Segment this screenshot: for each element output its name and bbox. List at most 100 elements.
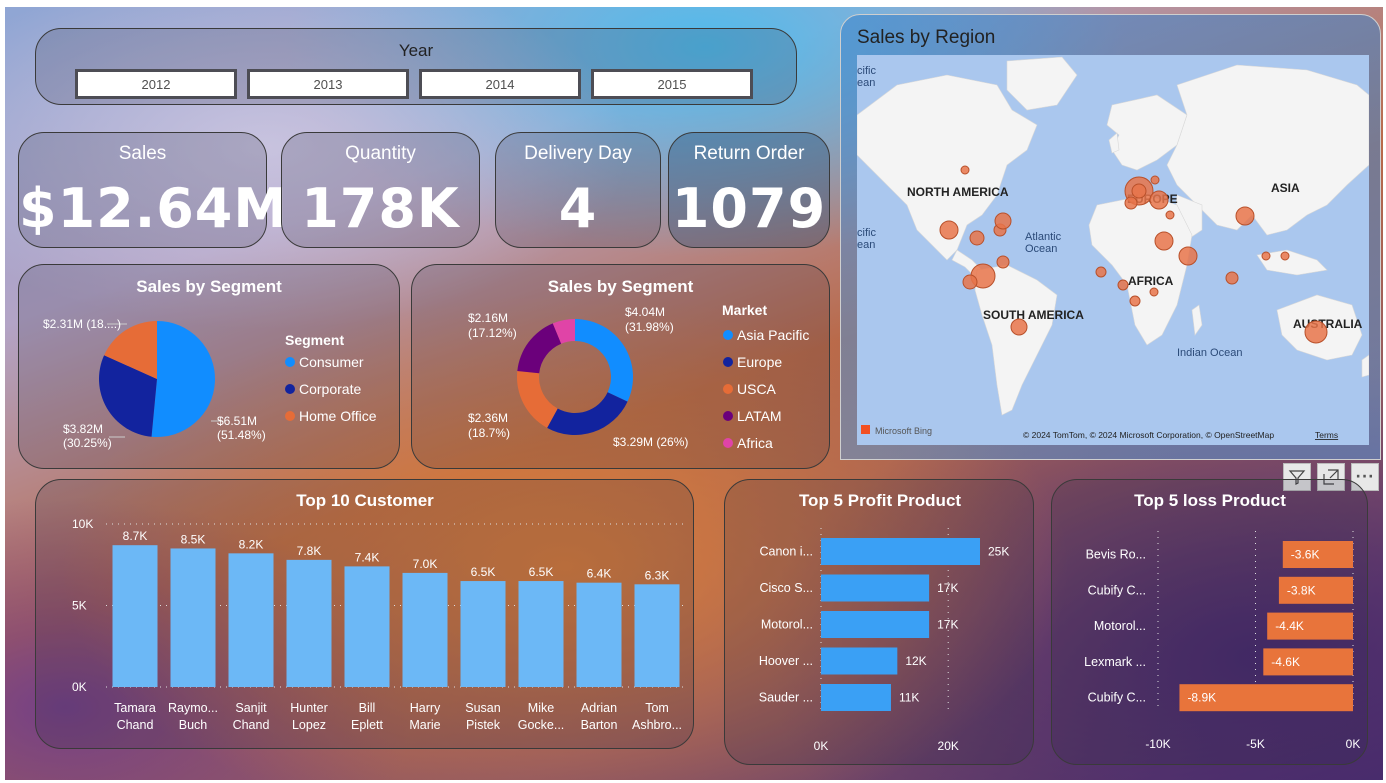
legend-home-office-marker (285, 411, 295, 421)
bar-tamara[interactable] (112, 545, 158, 687)
legend-consumer[interactable]: Consumer (299, 354, 364, 370)
year-slicer-title: Year (398, 41, 434, 60)
map-bubble[interactable] (1261, 251, 1271, 261)
legend-latam-marker (723, 411, 733, 421)
map-bubble[interactable] (1124, 196, 1138, 210)
market-donut-chart[interactable]: $4.04M (31.98%) $2.16M (17.12%) $2.36M (18.… (412, 265, 830, 470)
bar-data-label: 6.5K (471, 565, 496, 579)
map-bubble[interactable] (969, 230, 985, 246)
map-bubble[interactable] (1010, 318, 1028, 336)
donut-slice-latam[interactable] (517, 323, 562, 374)
map-bubble[interactable] (1150, 175, 1160, 185)
map-bubble[interactable] (996, 255, 1010, 269)
top-loss-card: Top 5 loss Product -10K -5K 0K Bevis Ro... -3… (1051, 479, 1368, 765)
profit-bar-4[interactable] (821, 647, 898, 675)
map-bubble[interactable] (1225, 271, 1239, 285)
profit-bar-3[interactable] (821, 611, 930, 638)
legend-usca-marker (723, 384, 733, 394)
bar-susan[interactable] (460, 581, 506, 687)
legend-asia-pacific[interactable]: Asia Pacific (737, 327, 809, 343)
legend-consumer-marker (285, 357, 295, 367)
kpi-delivery-day-label: Delivery Day (524, 143, 632, 164)
map-bubble[interactable] (960, 165, 970, 175)
legend-corporate[interactable]: Corporate (299, 381, 361, 397)
bar-adrian[interactable] (576, 582, 622, 687)
x-category-label: Bill Eplett (351, 701, 383, 732)
kpi-sales-label: Sales (118, 143, 167, 164)
x-category-label: Harry Marie (409, 701, 441, 732)
kpi-quantity-card: Quantity 178K (281, 132, 480, 248)
year-option-2013[interactable]: 2013 (247, 69, 409, 99)
map-bubble[interactable] (1280, 251, 1290, 261)
map-bubble[interactable] (1235, 206, 1255, 226)
y-category-label: Sauder ... (759, 691, 813, 705)
year-option-2012[interactable]: 2012 (75, 69, 237, 99)
map-bubble[interactable] (1095, 266, 1107, 278)
legend-europe[interactable]: Europe (737, 354, 782, 370)
y-category-label: Hoover ... (759, 654, 813, 668)
map-bubble[interactable] (1154, 231, 1174, 251)
bar-hunter[interactable] (286, 559, 332, 687)
map-bubble[interactable] (994, 212, 1012, 230)
legend-usca[interactable]: USCA (737, 381, 777, 397)
map-bubble[interactable] (1178, 246, 1198, 266)
kpi-quantity-label: Quantity (345, 143, 416, 164)
map-bubble[interactable] (1131, 183, 1147, 199)
profit-bar-2[interactable] (821, 574, 930, 602)
donut-label-usca: $2.36M (18.7%) (468, 411, 510, 440)
x-tick-label: 20K (938, 739, 959, 753)
legend-home-office[interactable]: Home Office (299, 408, 377, 424)
profit-bar-5[interactable] (821, 684, 891, 711)
sales-by-region-map-card: Sales by Region NORTH AMERICA EUROPE AS (840, 14, 1381, 460)
legend-corporate-marker (285, 384, 295, 394)
bar-data-label: -4.4K (1275, 619, 1304, 633)
legend-asia-pacific-marker (723, 330, 733, 340)
map-terms-link[interactable]: Terms (1315, 430, 1338, 440)
map-bubble[interactable] (1129, 295, 1141, 307)
kpi-return-order-card: Return Order 1079 (668, 132, 830, 248)
profit-bar-1[interactable] (821, 538, 980, 565)
bar-raymo[interactable] (170, 548, 216, 687)
kpi-sales-card: Sales $12.64M (18, 132, 287, 248)
kpi-return-order-value: 1079 (671, 177, 827, 240)
map-bubble[interactable] (1149, 287, 1159, 297)
map-label-indian: Indian Ocean (1177, 347, 1242, 359)
y-category-label: Cisco S... (760, 581, 814, 595)
world-map[interactable]: NORTH AMERICA EUROPE ASIA AFRICA SOUTH A… (857, 55, 1369, 445)
bar-tom[interactable] (634, 584, 680, 687)
donut-label-latam: $2.16M (17.12%) (468, 311, 517, 340)
dashboard-canvas: Year 2012 2013 2014 2015 Sales $12.64M Q… (5, 7, 1383, 780)
map-bubble[interactable] (1117, 279, 1129, 291)
donut-slice-europe[interactable] (547, 392, 628, 435)
top-customer-chart[interactable]: Top 10 Customer 0K 5K 10K 8.7K Tamara Chand 8.5… (36, 480, 695, 750)
top-profit-chart[interactable]: Top 5 Profit Product 0K 20K Canon i... 25K Ci… (725, 480, 1035, 766)
top-customer-card: Top 10 Customer 0K 5K 10K 8.7K Tamara Chand 8.5… (35, 479, 694, 749)
bar-bill[interactable] (344, 566, 390, 687)
donut-slice-usca[interactable] (517, 370, 558, 428)
x-category-label: Adrian Barton (581, 701, 618, 732)
x-tick-label: -5K (1246, 737, 1265, 751)
bar-data-label: 12K (905, 654, 926, 668)
segment-pie-chart[interactable]: $2.31M (18....) $3.82M (30.25%) $6.51M (51… (19, 265, 399, 470)
segment-legend-title: Segment (285, 332, 344, 348)
year-option-2014[interactable]: 2014 (419, 69, 581, 99)
bar-mike[interactable] (518, 581, 564, 687)
segment-pie-card: Sales by Segment $2.31M (18....) $3.82M(… (18, 264, 400, 469)
year-option-2015[interactable]: 2015 (591, 69, 753, 99)
map-bubble[interactable] (962, 274, 978, 290)
legend-latam[interactable]: LATAM (737, 408, 782, 424)
map-bubble[interactable] (1165, 210, 1175, 220)
kpi-return-order-label: Return Order (693, 143, 805, 164)
map-bubble[interactable] (939, 220, 959, 240)
legend-africa[interactable]: Africa (737, 435, 773, 451)
bar-sanjit[interactable] (228, 553, 274, 687)
bar-harry[interactable] (402, 572, 448, 687)
map-bubble[interactable] (1304, 320, 1328, 344)
map-bubble[interactable] (1149, 190, 1169, 210)
x-category-label: Mike Gocke... (518, 701, 565, 732)
top-loss-chart[interactable]: Top 5 loss Product -10K -5K 0K Bevis Ro... -3… (1052, 480, 1369, 766)
bar-data-label: 11K (899, 691, 919, 705)
bar-data-label: 25K (988, 545, 1009, 559)
pie-slice-consumer[interactable] (151, 321, 216, 437)
map-label-south-america: SOUTH AMERICA (983, 308, 1084, 322)
